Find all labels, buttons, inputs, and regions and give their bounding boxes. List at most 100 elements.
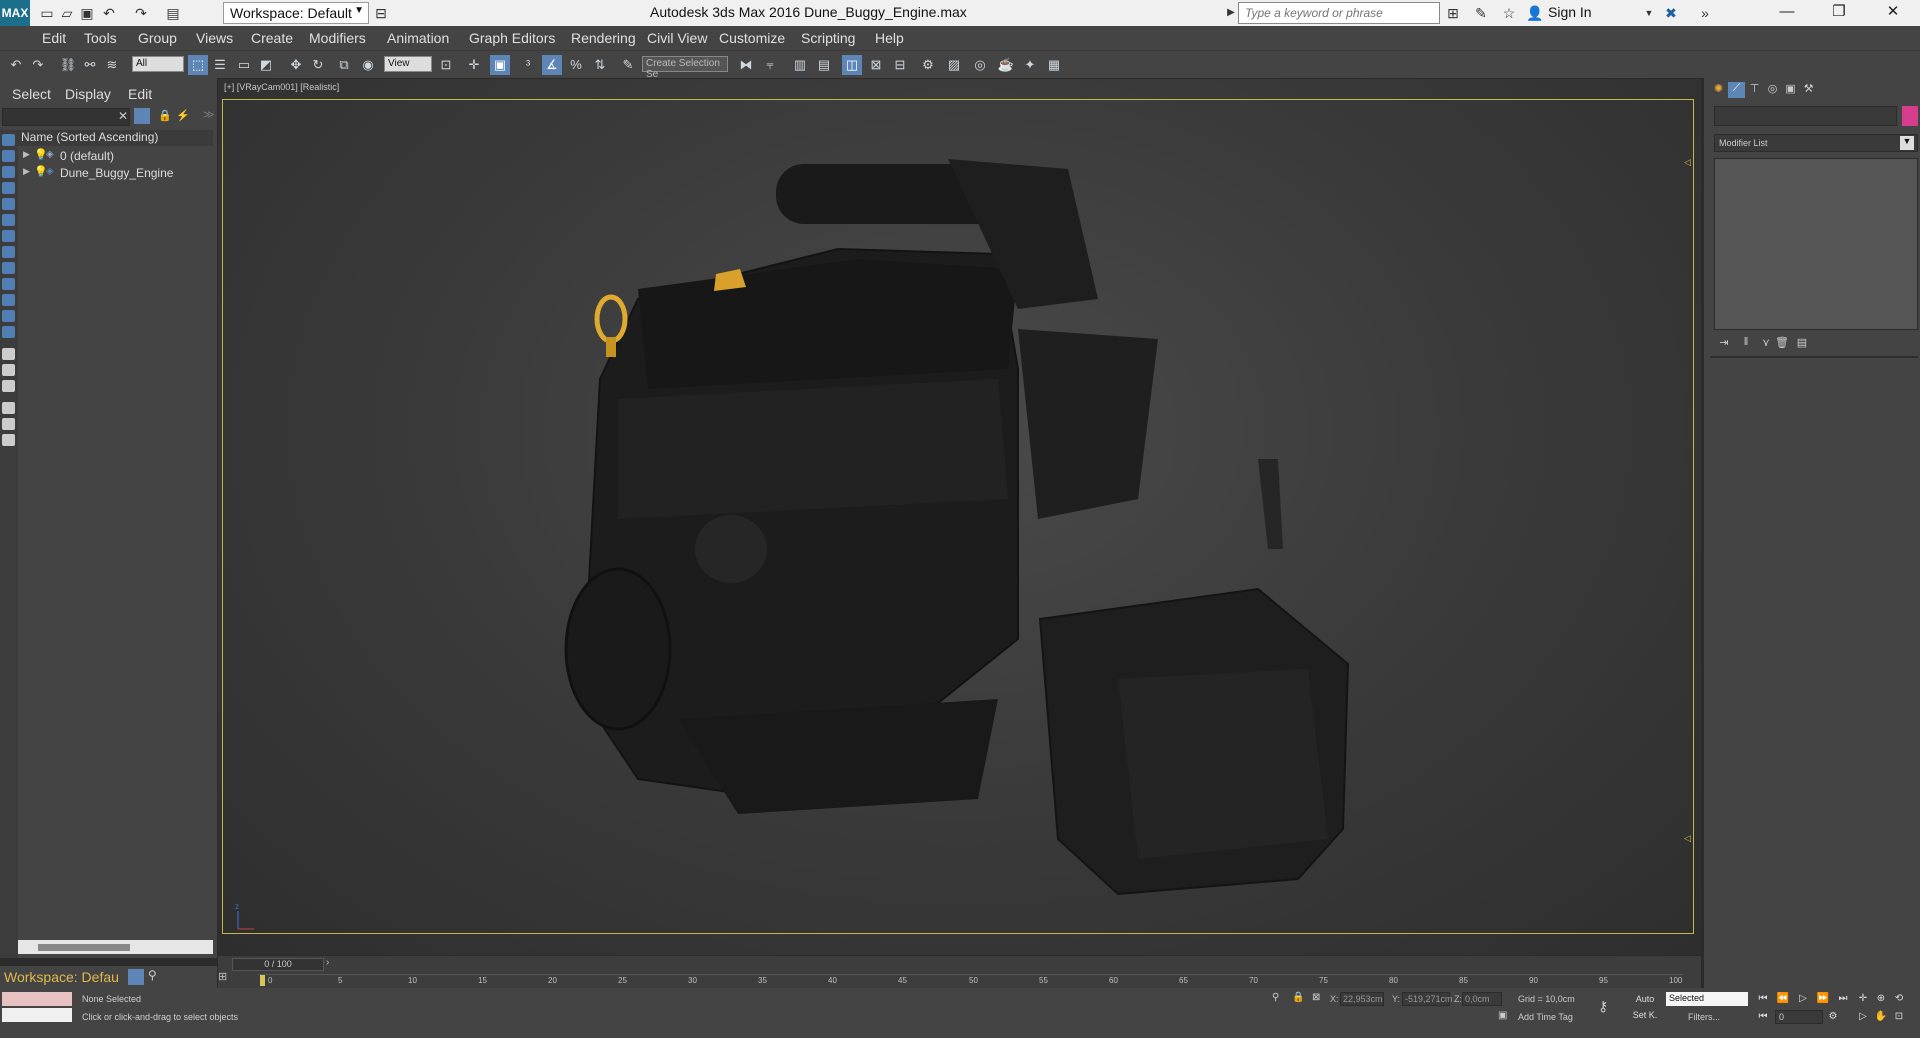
set-key-icon[interactable]: ⚷ <box>1598 998 1608 1015</box>
communication-center-icon[interactable]: ✎ <box>1472 4 1490 22</box>
zoom-all-icon[interactable]: ⊕ <box>1874 992 1888 1006</box>
menu-views[interactable]: Views <box>196 30 233 46</box>
field-of-view-icon[interactable]: ▷ <box>1856 1010 1870 1024</box>
mirror-icon[interactable]: ⧓ <box>736 55 756 75</box>
go-to-end-icon[interactable]: ⏭ <box>1836 992 1850 1006</box>
display-none-icon[interactable] <box>2 364 15 376</box>
clear-search-icon[interactable]: ✕ <box>118 109 128 123</box>
display-all-toggle-icon[interactable] <box>2 348 15 360</box>
move-icon[interactable]: ✥ <box>286 55 306 75</box>
display-bones-icon[interactable] <box>2 278 15 290</box>
display-xrefs-icon[interactable] <box>2 262 15 274</box>
menu-civil-view[interactable]: Civil View <box>647 30 707 46</box>
pivot-point-icon[interactable]: ⊡ <box>436 55 456 75</box>
undo-icon[interactable]: ↶ <box>6 55 26 75</box>
save-file-icon[interactable]: ▣ <box>78 4 96 22</box>
workspace-dropdown[interactable]: Workspace: Default ▼ <box>223 2 369 24</box>
snaps-toggle-icon[interactable]: ³ <box>518 55 538 75</box>
project-folder-icon[interactable]: ▤ <box>164 4 182 22</box>
spinner-snap-icon[interactable]: ⇅ <box>590 55 610 75</box>
play-icon[interactable]: ▷ <box>1796 992 1810 1006</box>
modifier-stack[interactable] <box>1714 158 1918 330</box>
absolute-offset-toggle-icon[interactable]: ⊠ <box>1312 992 1320 1003</box>
percent-snap-icon[interactable]: % <box>566 55 586 75</box>
select-filter-icon[interactable] <box>134 108 150 124</box>
display-lights-icon[interactable] <box>2 182 15 194</box>
menu-group[interactable]: Group <box>138 30 177 46</box>
render-setup-icon[interactable]: ⚙ <box>918 55 938 75</box>
redo-icon[interactable]: ↷ <box>132 4 150 22</box>
key-filter-dropdown[interactable]: Selected <box>1666 992 1748 1006</box>
select-object-icon[interactable]: ⬚ <box>188 55 208 75</box>
scrollbar-thumb[interactable] <box>38 944 130 951</box>
menu-customize[interactable]: Customize <box>719 30 785 46</box>
vray-frame-buffer-icon[interactable]: ▦ <box>1044 55 1064 75</box>
go-to-start-icon[interactable]: ⏮ <box>1756 992 1770 1006</box>
configure-modifier-sets-icon[interactable]: ▤ <box>1794 336 1810 350</box>
render-teapot-icon[interactable]: ☕ <box>996 55 1016 75</box>
auto-key-button[interactable]: Auto <box>1628 994 1662 1004</box>
hierarchy-tab-icon[interactable]: ⊤ <box>1746 82 1763 98</box>
help-expand-icon[interactable]: » <box>1696 4 1714 22</box>
restore-button[interactable]: ❐ <box>1816 0 1862 26</box>
z-coordinate-field[interactable]: 0,0cm <box>1462 992 1502 1006</box>
menu-graph-editors[interactable]: Graph Editors <box>469 30 555 46</box>
previous-frame-icon[interactable]: ⏪ <box>1776 992 1790 1006</box>
display-all-icon[interactable] <box>2 134 15 146</box>
bind-space-warp-icon[interactable]: ≋ <box>102 55 122 75</box>
exchange-apps-icon[interactable]: ✖ <box>1662 4 1680 22</box>
display-cameras-icon[interactable] <box>2 198 15 210</box>
track-bar[interactable]: 0 5 10 15 20 25 30 35 40 45 50 55 60 65 70 75 80 85 90 95 10… <box>258 974 1683 988</box>
place-icon[interactable]: ◉ <box>358 55 378 75</box>
rotate-icon[interactable]: ↻ <box>308 55 328 75</box>
maximize-viewport-icon[interactable]: ⊡ <box>1892 1010 1906 1024</box>
vray-render-icon[interactable]: ✦ <box>1020 55 1040 75</box>
named-selection-sets-dropdown[interactable]: Create Selection Se <box>642 56 728 80</box>
lock-icon[interactable]: 🔒 <box>158 109 172 122</box>
display-shapes-icon[interactable] <box>2 166 15 178</box>
display-geometry-icon[interactable] <box>2 150 15 162</box>
display-tab-icon[interactable]: ▣ <box>1782 82 1799 98</box>
modify-tab-icon[interactable]: ⟋ <box>1728 82 1745 98</box>
display-containers-icon[interactable] <box>2 294 15 306</box>
explorer-hierarchy-icon[interactable]: ⚲ <box>148 968 157 982</box>
time-slider[interactable]: 0 / 100 <box>232 958 324 971</box>
orbit-icon[interactable]: ⟲ <box>1892 992 1906 1006</box>
keyboard-shortcut-override-icon[interactable]: ▣ <box>490 55 510 75</box>
tab-edit[interactable]: Edit <box>128 86 152 102</box>
select-by-name-icon[interactable]: ☰ <box>210 55 230 75</box>
hierarchy-icon[interactable] <box>2 418 15 430</box>
key-mode-toggle-icon[interactable]: ⏮ <box>1756 1010 1770 1024</box>
curve-editor-icon[interactable]: ◫ <box>842 55 862 75</box>
pan-view-icon[interactable]: ✋ <box>1874 1010 1888 1024</box>
maxscript-input-mini[interactable] <box>2 1008 72 1022</box>
object-name-field[interactable] <box>1714 106 1897 126</box>
menu-scripting[interactable]: Scripting <box>801 30 855 46</box>
make-unique-icon[interactable]: ⋎ <box>1758 336 1774 350</box>
workspace-status-label[interactable]: Workspace: Defau <box>4 969 119 985</box>
favorites-star-icon[interactable]: ☆ <box>1500 4 1518 22</box>
schematic-view-icon[interactable]: ⊠ <box>866 55 886 75</box>
toggle-ribbon-icon[interactable]: ▤ <box>814 55 834 75</box>
menu-help[interactable]: Help <box>875 30 904 46</box>
display-space-warps-icon[interactable] <box>2 230 15 242</box>
minimize-button[interactable]: — <box>1764 0 1810 26</box>
display-groups-icon[interactable] <box>2 246 15 258</box>
selection-lock-icon[interactable]: 🔒 <box>1292 992 1304 1003</box>
next-frame-icon[interactable]: ⏩ <box>1816 992 1830 1006</box>
expand-icon[interactable]: ▶ <box>23 166 30 177</box>
rendered-frame-window-icon[interactable]: ▨ <box>944 55 964 75</box>
y-coordinate-field[interactable]: -519,271cm <box>1402 992 1453 1006</box>
quick-access-menu-icon[interactable]: ⊟ <box>372 4 390 22</box>
display-helpers-icon[interactable] <box>2 214 15 226</box>
expand-icon[interactable]: ▶ <box>23 149 30 160</box>
close-button[interactable]: ✕ <box>1870 0 1916 26</box>
sync-selection-icon[interactable]: ⚡ <box>176 109 190 122</box>
panel-options-icon[interactable]: ≫ <box>203 108 215 121</box>
tree-row-default-layer[interactable]: ▶ 💡 ◈ 0 (default) <box>18 148 213 165</box>
add-time-tag[interactable]: Add Time Tag <box>1518 1012 1573 1022</box>
zoom-icon[interactable]: ✛ <box>1856 992 1870 1006</box>
sort-icon[interactable] <box>2 434 15 446</box>
menu-animation[interactable]: Animation <box>387 30 449 46</box>
app-logo[interactable]: MAX <box>0 0 30 26</box>
